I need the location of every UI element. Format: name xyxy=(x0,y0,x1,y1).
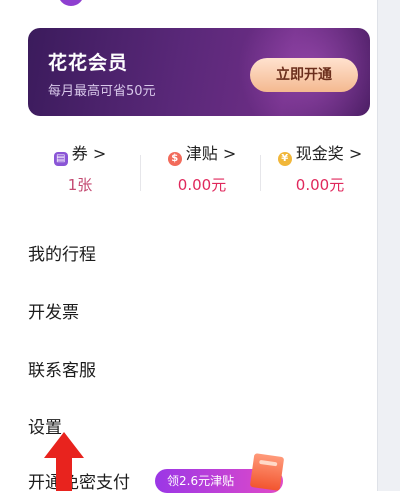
stat-value: 0.00元 xyxy=(295,176,345,194)
stat-label: 津贴 xyxy=(185,144,218,163)
open-membership-button[interactable]: 立即开通 xyxy=(250,58,358,92)
menu-item-my-trips[interactable]: 我的行程 xyxy=(28,240,96,265)
chevron-right-icon: > xyxy=(348,144,363,163)
divider xyxy=(260,155,261,191)
stat-value: 0.00元 xyxy=(177,176,227,194)
arrow-up-icon xyxy=(44,432,84,491)
cash-reward-icon: ¥ xyxy=(277,152,292,166)
stat-cash-reward[interactable]: ¥ 现金奖 > 0.00元 xyxy=(262,142,378,195)
coupon-icon: ▤ xyxy=(53,152,68,166)
menu-item-invoice[interactable]: 开发票 xyxy=(28,298,79,323)
page-edge xyxy=(378,0,400,491)
membership-banner[interactable]: 花花会员 每月最高可省50元 立即开通 xyxy=(28,28,370,116)
chevron-right-icon: > xyxy=(92,144,107,163)
banner-subtitle: 每月最高可省50元 xyxy=(48,84,156,99)
avatar[interactable] xyxy=(58,0,84,6)
divider xyxy=(140,155,141,191)
arrow-shape xyxy=(44,432,84,491)
stat-label: 现金奖 xyxy=(295,144,344,163)
stat-allowance[interactable]: $ 津贴 > 0.00元 xyxy=(144,142,260,195)
menu-item-customer-service[interactable]: 联系客服 xyxy=(28,356,96,381)
stat-label: 券 xyxy=(71,144,88,163)
red-envelope-icon xyxy=(249,453,285,491)
stat-coupon[interactable]: ▤ 券 > 1张 xyxy=(22,142,138,195)
banner-title: 花花会员 xyxy=(48,52,129,74)
stat-value: 1张 xyxy=(67,176,93,194)
allowance-icon: $ xyxy=(167,152,182,166)
chevron-right-icon: > xyxy=(222,144,237,163)
